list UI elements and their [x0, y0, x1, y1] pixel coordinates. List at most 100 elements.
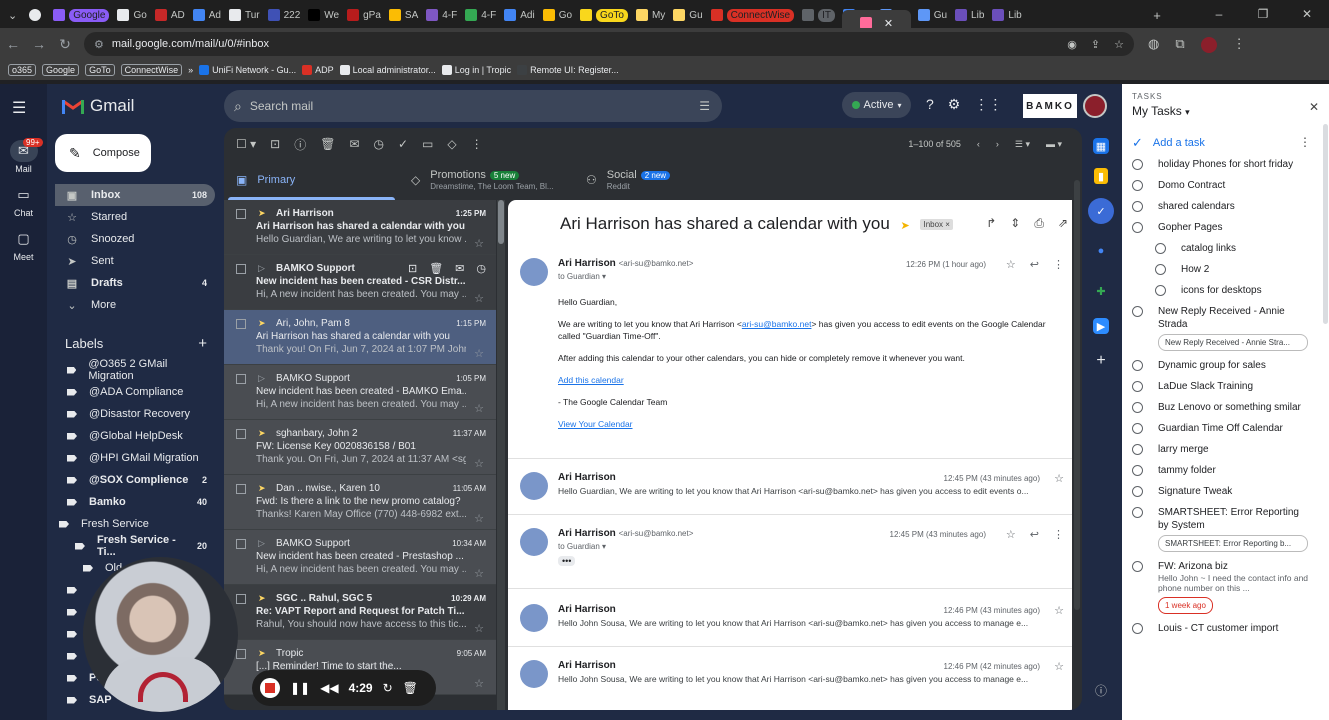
reading-scrollbar[interactable]	[1074, 180, 1080, 610]
browser-tab[interactable]: 4-F	[422, 4, 461, 26]
browser-tab[interactable]: Gu	[669, 4, 706, 26]
task-item[interactable]: Gopher Pages	[1132, 221, 1312, 234]
task-item[interactable]: How 2	[1132, 263, 1312, 276]
calendar-icon[interactable]: ▦	[1093, 138, 1109, 154]
recipient-toggle[interactable]: to Guardian ▾	[558, 542, 606, 551]
task-complete-checkbox[interactable]	[1155, 264, 1166, 275]
list-scroll-thumb[interactable]	[498, 200, 504, 244]
add-task-button[interactable]: ✓ Add a task	[1132, 135, 1205, 151]
add-label-icon[interactable]: +	[198, 335, 207, 352]
browser-tab[interactable]: 222	[264, 4, 305, 26]
tasks-more-icon[interactable]: ⋮	[1299, 135, 1311, 149]
star-icon[interactable]: ☆	[474, 347, 484, 360]
account-avatar[interactable]	[1083, 94, 1107, 118]
label-item[interactable]: @ADA Compliance	[55, 381, 215, 403]
task-complete-checkbox[interactable]	[1132, 423, 1143, 434]
task-item[interactable]: Dynamic group for sales	[1132, 359, 1312, 372]
tasks-scrollbar[interactable]	[1323, 124, 1328, 324]
new-tab-button[interactable]: +	[1149, 4, 1165, 26]
brand-logo[interactable]: BAMKO	[1023, 94, 1077, 118]
minimize-icon[interactable]: –	[1197, 7, 1241, 21]
task-due-badge[interactable]: 1 week ago	[1158, 597, 1213, 614]
rail-mail[interactable]: ✉ 99+ Mail	[0, 138, 47, 174]
nav-item-sent[interactable]: ➤ Sent	[55, 250, 215, 272]
task-item[interactable]: tammy folder	[1132, 464, 1312, 477]
rail-chat[interactable]: ▭ Chat	[0, 184, 47, 218]
rewind-icon[interactable]: ◀◀	[320, 681, 338, 695]
task-complete-checkbox[interactable]	[1132, 306, 1143, 317]
task-complete-checkbox[interactable]	[1132, 444, 1143, 455]
label-item[interactable]: Fresh Service - Ti... 20	[55, 534, 215, 558]
nav-item-drafts[interactable]: ▤ Drafts 4	[55, 272, 215, 294]
nav-item-starred[interactable]: ☆ Starred	[55, 206, 215, 228]
browser-tab[interactable]: Gu	[914, 4, 951, 26]
close-icon[interactable]: ✕	[1309, 100, 1319, 114]
report-spam-icon[interactable]: ⓘ	[294, 136, 306, 153]
star-icon[interactable]: ☆	[474, 677, 484, 690]
task-complete-checkbox[interactable]	[1132, 507, 1143, 518]
keyboard-icon[interactable]: ▬ ▾	[1046, 139, 1062, 150]
label-item[interactable]: @HPI GMail Migration	[55, 447, 215, 469]
task-complete-checkbox[interactable]	[1155, 285, 1166, 296]
row-checkbox[interactable]	[236, 374, 246, 384]
browser-tab[interactable]: IT	[798, 4, 839, 26]
table-row[interactable]: ➤ Dan .. nwise., Karen 10 11:05 AM Fwd: Is …	[224, 475, 496, 530]
task-complete-checkbox[interactable]	[1132, 561, 1143, 572]
not-important-icon[interactable]: ▷	[258, 263, 265, 274]
restore-icon[interactable]: ❐	[1241, 7, 1285, 21]
table-row[interactable]: ▷ BAMKO Support 1:05 PM New incident has be…	[224, 365, 496, 420]
reply-icon[interactable]: ↩	[1030, 528, 1039, 541]
important-marker-icon[interactable]: ➤	[258, 208, 266, 219]
star-icon[interactable]: ☆	[1054, 604, 1064, 617]
more-icon[interactable]: ⋮	[1053, 528, 1064, 541]
important-marker-icon[interactable]: ➤	[901, 220, 910, 232]
task-complete-checkbox[interactable]	[1132, 486, 1143, 497]
bookmark-item[interactable]: o365	[8, 64, 37, 76]
next-page-icon[interactable]: ›	[996, 139, 999, 149]
task-item[interactable]: icons for desktops	[1132, 284, 1312, 297]
browser-tab[interactable]: GoTo	[576, 4, 632, 26]
select-all-checkbox[interactable]: ☐ ▾	[236, 137, 256, 151]
task-email-link[interactable]: SMARTSHEET: Error Reporting b...	[1158, 535, 1308, 552]
reload-icon[interactable]: ↻	[52, 36, 78, 53]
mark-unread-icon[interactable]: ✉	[455, 262, 464, 275]
task-list-selector[interactable]: My Tasks ▾	[1132, 104, 1190, 118]
nav-item-snoozed[interactable]: ◷ Snoozed	[55, 228, 215, 250]
thread-message[interactable]: Ari Harrison Hello John Sousa, We are wr…	[520, 660, 1068, 690]
show-side-panel-icon[interactable]: ⓘ	[1095, 682, 1107, 699]
puzzle-icon[interactable]: ⧉	[1175, 36, 1184, 53]
task-item[interactable]: SMARTSHEET: Error Reporting by System SMA…	[1132, 506, 1312, 552]
row-checkbox[interactable]	[236, 429, 246, 439]
close-tab-icon[interactable]: ✕	[884, 17, 893, 30]
apps-grid-icon[interactable]: ⋮⋮	[974, 96, 1002, 113]
tab-recording[interactable]	[25, 4, 49, 26]
task-item[interactable]: catalog links	[1132, 242, 1312, 255]
label-icon[interactable]: ◇	[447, 137, 456, 151]
table-row[interactable]: ➤ sghanbary, John 2 11:37 AM FW: License Ke…	[224, 420, 496, 475]
browser-tab[interactable]: Lib	[951, 4, 988, 26]
task-complete-checkbox[interactable]	[1132, 402, 1143, 413]
search-bar[interactable]: ⌕ Search mail ☰	[224, 90, 722, 122]
gear-icon[interactable]: ⚙	[948, 96, 961, 113]
browser-tab[interactable]: Go	[539, 4, 576, 26]
star-icon[interactable]: ☆	[1006, 528, 1016, 541]
browser-tab[interactable]: gPa	[343, 4, 385, 26]
task-item[interactable]: LaDue Slack Training	[1132, 380, 1312, 393]
extension-icon[interactable]: ◍	[1148, 36, 1159, 53]
thread-message[interactable]: Ari Harrison <ari-su@bamko.net> to Guard…	[520, 528, 1068, 572]
archive-icon[interactable]: ⊡	[270, 137, 280, 151]
important-marker-icon[interactable]: ➤	[258, 593, 266, 604]
tasks-icon[interactable]: ✓	[1088, 198, 1114, 224]
task-complete-checkbox[interactable]	[1132, 381, 1143, 392]
expand-all-icon[interactable]: ⇕	[1010, 216, 1020, 231]
forward-icon[interactable]: ↱	[986, 216, 996, 231]
star-icon[interactable]: ☆	[1054, 472, 1064, 485]
trash-icon[interactable]: 🗑	[403, 681, 418, 695]
star-icon[interactable]: ☆	[474, 512, 484, 525]
bookmark-item[interactable]: Log in | Tropic	[441, 65, 511, 75]
open-new-window-icon[interactable]: ⇗	[1058, 216, 1068, 231]
label-item[interactable]: @Global HelpDesk	[55, 425, 215, 447]
browser-tab[interactable]: My	[632, 4, 669, 26]
task-email-link[interactable]: New Reply Received - Annie Stra...	[1158, 334, 1308, 351]
omnibox[interactable]: ⚙ mail.google.com/mail/u/0/#inbox ◉ ⇪ ☆	[84, 32, 1134, 56]
